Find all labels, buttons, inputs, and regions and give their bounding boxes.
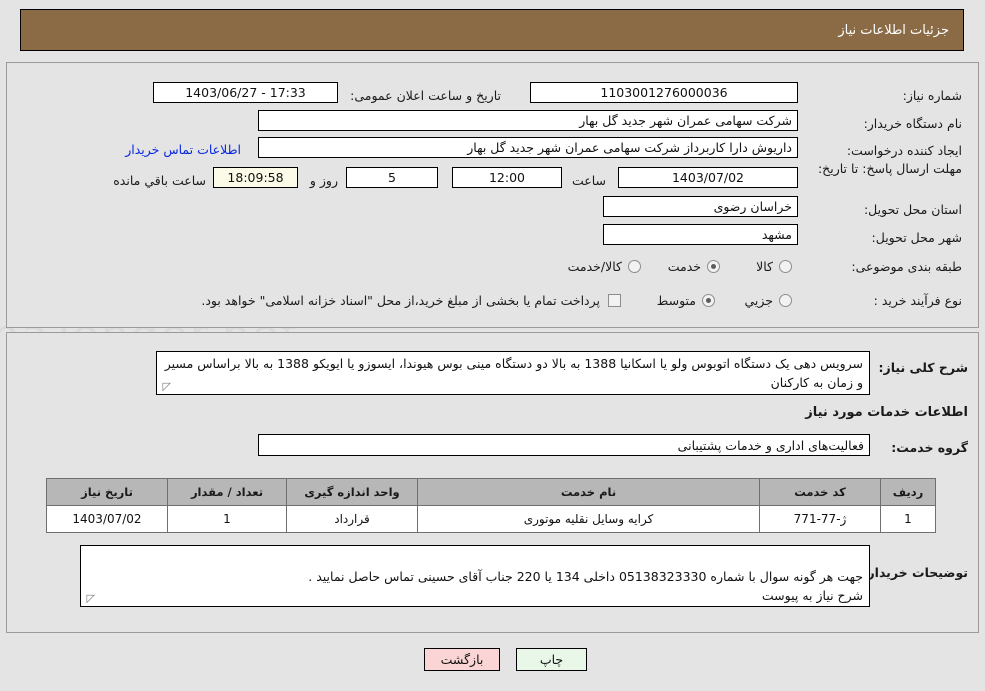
treasury-checkbox[interactable] [608, 294, 621, 307]
th-service-code: کد خدمت [759, 478, 881, 506]
th-unit: واحد اندازه گیری [286, 478, 418, 506]
cell-service-code: ژ-77-771 [759, 505, 881, 533]
buyer-notes-textarea[interactable]: جهت هر گونه سوال با شماره 05138323330 دا… [80, 545, 870, 607]
cell-service-name: کرایه وسایل نقلیه موتوری [417, 505, 760, 533]
countdown-label: ساعت باقي مانده [113, 173, 206, 188]
service-group-value: فعالیت‌های اداری و خدمات پشتیبانی [258, 434, 870, 456]
countdown-value: 18:09:58 [213, 167, 298, 188]
services-heading: اطلاعات خدمات مورد نیاز [805, 405, 968, 420]
deadline-hour-value: 12:00 [452, 167, 562, 188]
deadline-date: 1403/07/02 [618, 167, 798, 188]
province-value: خراسان رضوی [603, 196, 798, 217]
purchase-type-radio-motavaset[interactable] [702, 294, 715, 307]
table-row: 1 ژ-77-771 کرایه وسایل نقلیه موتوری قرار… [46, 505, 936, 533]
remaining-days-value: 5 [346, 167, 438, 188]
need-number-label: شماره نیاز: [902, 88, 962, 103]
table-header-row: ردیف کد خدمت نام خدمت واحد اندازه گیری ت… [46, 478, 936, 506]
requester-value: داریوش دارا کاربرداز شرکت سهامی عمران شه… [258, 137, 798, 158]
province-label: استان محل تحویل: [863, 202, 962, 217]
need-info-panel: شماره نیاز: 1103001276000036 تاریخ و ساع… [6, 62, 979, 328]
resize-handle-icon-2[interactable]: ◸ [83, 593, 95, 605]
buyer-notes-label: توضیحات خریدار: [862, 565, 968, 580]
purchase-type-label: نوع فرآیند خرید : [873, 293, 962, 308]
deadline-label: مهلت ارسال پاسخ: تا تاریخ: [817, 161, 962, 176]
category-radio-khedmat[interactable] [707, 260, 720, 273]
buyer-contact-link[interactable]: اطلاعات تماس خریدار [125, 142, 241, 157]
page-root: AnaTender.net جزئیات اطلاعات نیاز شماره … [0, 0, 985, 691]
summary-textarea[interactable]: سرویس دهی یک دستگاه اتوبوس ولو یا اسکانی… [156, 351, 870, 395]
city-value: مشهد [603, 224, 798, 245]
purchase-type-label-jozei: جزیي [744, 293, 773, 308]
cell-row-no: 1 [880, 505, 936, 533]
treasury-checkbox-label: پرداخت تمام یا بخشی از مبلغ خرید،از محل … [201, 293, 600, 308]
announce-datetime-label: تاریخ و ساعت اعلان عمومی: [350, 88, 501, 103]
need-number-value: 1103001276000036 [530, 82, 798, 103]
purchase-type-radio-jozei[interactable] [779, 294, 792, 307]
service-group-label: گروه خدمت: [891, 440, 968, 455]
th-quantity: تعداد / مقدار [167, 478, 287, 506]
page-title: جزئیات اطلاعات نیاز [838, 22, 949, 38]
summary-label: شرح کلی نیاز: [878, 360, 968, 375]
resize-handle-icon[interactable]: ◸ [159, 381, 171, 393]
page-header: جزئیات اطلاعات نیاز [20, 9, 964, 51]
summary-text: سرویس دهی یک دستگاه اتوبوس ولو یا اسکانی… [164, 356, 863, 390]
announce-datetime-value: 1403/06/27 - 17:33 [153, 82, 338, 103]
category-label-khedmat: خدمت [667, 259, 701, 274]
remaining-days-label: روز و [309, 173, 338, 188]
category-label-kala-khedmat: کالا/خدمت [567, 259, 622, 274]
th-service-name: نام خدمت [417, 478, 760, 506]
cell-quantity: 1 [167, 505, 287, 533]
print-button[interactable]: چاپ [516, 648, 587, 671]
th-need-date: تاریخ نیاز [46, 478, 168, 506]
category-label-kala: کالا [756, 259, 773, 274]
buyer-org-value: شرکت سهامی عمران شهر جدید گل بهار [258, 110, 798, 131]
requester-label: ایجاد کننده درخواست: [846, 143, 962, 158]
services-table: ردیف کد خدمت نام خدمت واحد اندازه گیری ت… [46, 478, 936, 533]
purchase-type-label-motavaset: متوسط [656, 293, 696, 308]
buyer-notes-text: جهت هر گونه سوال با شماره 05138323330 دا… [308, 569, 863, 603]
th-row-no: ردیف [880, 478, 936, 506]
cell-unit: قرارداد [286, 505, 418, 533]
category-radio-kala[interactable] [779, 260, 792, 273]
cell-need-date: 1403/07/02 [46, 505, 168, 533]
buyer-org-label: نام دستگاه خریدار: [863, 116, 962, 131]
category-label: طبقه بندی موضوعی: [851, 259, 962, 274]
deadline-hour-label: ساعت [571, 173, 606, 188]
category-radio-kala-khedmat[interactable] [628, 260, 641, 273]
city-label: شهر محل تحویل: [871, 230, 962, 245]
back-button[interactable]: بازگشت [424, 648, 500, 671]
